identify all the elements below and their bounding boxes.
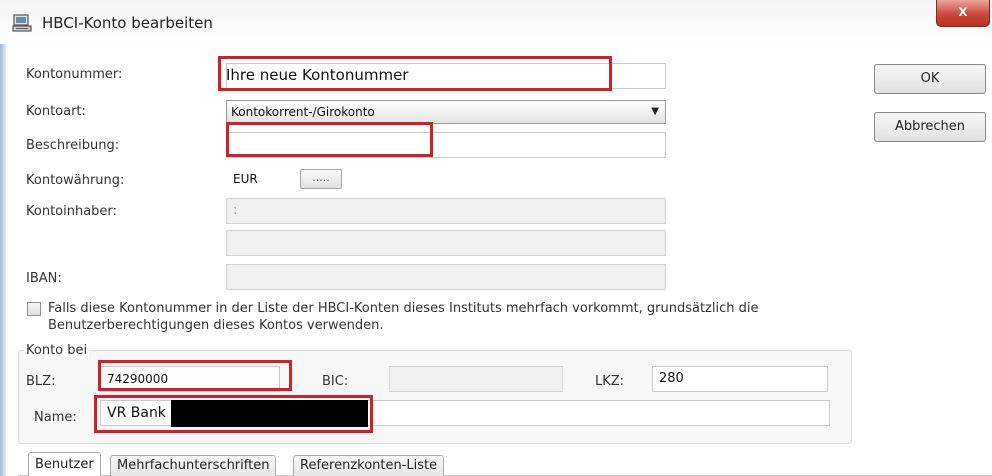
redaction-bar <box>171 400 368 427</box>
window-title: HBCI-Konto bearbeiten <box>42 14 213 32</box>
bic-label: BIC: <box>322 374 349 389</box>
lkz-input[interactable]: 280 <box>652 366 828 392</box>
kontoinhaber-input-2 <box>226 230 666 256</box>
multiple-accounts-checkbox[interactable] <box>27 302 41 316</box>
checkbox-label-line-1: Falls diese Kontonummer in der Liste der… <box>48 301 759 316</box>
close-icon: x <box>958 3 968 20</box>
iban-input <box>226 264 666 290</box>
tab-referenzkonten-liste[interactable]: Referenzkonten-Liste <box>293 455 445 476</box>
tab-mehrfachunterschriften[interactable]: Mehrfachunterschriften <box>110 455 277 476</box>
blz-input[interactable]: 74290000 <box>100 366 280 392</box>
lkz-label: LKZ: <box>595 374 625 389</box>
title-bar: HBCI-Konto bearbeiten <box>0 0 992 44</box>
checkbox-label-line-2: Benutzerberechtigungen dieses Kontos ver… <box>48 318 384 333</box>
kontonummer-label: Kontonummer: <box>26 67 123 82</box>
window-frame-edge <box>0 44 6 476</box>
cancel-button[interactable]: Abbrechen <box>874 112 986 142</box>
iban-label: IBAN: <box>26 271 62 286</box>
currency-picker-button[interactable]: ..... <box>300 169 342 189</box>
tab-benutzer[interactable]: Benutzer <box>28 452 101 476</box>
bic-input <box>389 366 563 392</box>
computer-icon <box>12 14 32 32</box>
kontoart-label: Kontoart: <box>26 104 86 119</box>
kontowaehrung-label: Kontowährung: <box>26 173 125 188</box>
beschreibung-input[interactable] <box>226 132 666 158</box>
blz-label: BLZ: <box>26 374 56 389</box>
dropdown-arrow-icon: ▼ <box>651 106 659 117</box>
kontoart-value: Kontokorrent-/Girokonto <box>231 105 375 119</box>
checkbox-label: Falls diese Kontonummer in der Liste der… <box>48 300 848 334</box>
kontoinhaber-input-1: : <box>226 198 666 224</box>
konto-bei-legend: Konto bei <box>24 343 90 358</box>
kontonummer-value: Ihre neue Kontonummer <box>226 66 409 84</box>
konto-bei-group <box>18 350 852 444</box>
name-label: Name: <box>34 410 77 425</box>
beschreibung-label: Beschreibung: <box>26 138 120 153</box>
ok-button[interactable]: OK <box>874 64 986 94</box>
currency-input[interactable]: EUR <box>226 166 290 192</box>
kontoinhaber-label: Kontoinhaber: <box>26 204 117 219</box>
close-button[interactable]: x <box>936 0 990 27</box>
kontoart-select[interactable]: Kontokorrent-/Girokonto ▼ <box>226 100 666 124</box>
